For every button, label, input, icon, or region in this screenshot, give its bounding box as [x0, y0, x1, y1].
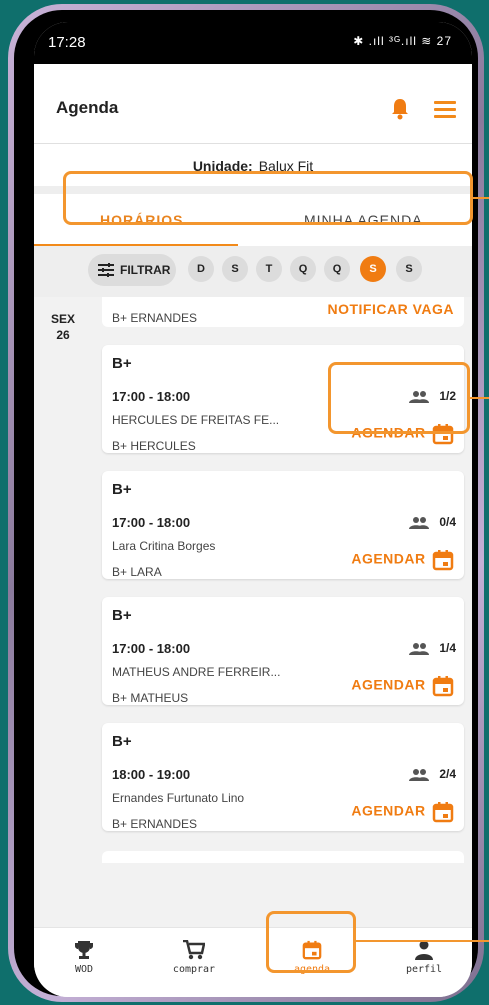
class-card: B+ 17:00 - 18:00 HERCULES DE FREITAS FE.…: [102, 345, 464, 453]
people-icon: [409, 516, 430, 529]
nav-label-agenda: agenda: [293, 964, 331, 975]
nav-label-wod: WOD: [74, 964, 94, 975]
cart-icon: [183, 940, 205, 960]
occupancy-count: 1/4: [439, 641, 456, 655]
trophy-icon: [75, 941, 93, 959]
people-icon: [409, 390, 430, 403]
calendar-icon: [432, 676, 454, 697]
tabs-pointer: [473, 197, 489, 199]
class-title: B+: [112, 607, 132, 624]
date-weekday: SEX: [50, 312, 75, 326]
app-bar: Agenda: [34, 64, 472, 144]
unit-value: Balux Fit: [258, 158, 314, 174]
class-title: B+: [112, 481, 132, 498]
calendar-icon: [432, 550, 454, 571]
occupancy-count: 2/4: [439, 767, 456, 781]
class-time: 18:00 - 19:00: [112, 767, 191, 782]
notify-vacancy-button[interactable]: NOTIFICAR VAGA: [327, 301, 454, 317]
occupancy: 0/4: [409, 515, 456, 529]
occupancy: 1/4: [409, 641, 456, 655]
schedule-label: AGENDAR: [351, 550, 426, 567]
class-name: B+ ERNANDES: [112, 311, 198, 325]
schedule-button[interactable]: AGENDAR: [351, 423, 454, 445]
tab-bar: HORÁRIOS MINHA AGENDA: [34, 194, 472, 246]
class-card-partial: [102, 851, 464, 863]
class-teacher: MATHEUS ANDRE FERREIR...: [112, 665, 281, 679]
class-name: B+ MATHEUS: [112, 691, 189, 705]
schedule-pointer: [470, 397, 489, 399]
class-card: B+ 18:00 - 19:00 Ernandes Furtunato Lino…: [102, 723, 464, 831]
calendar-icon: [302, 940, 322, 960]
class-title: B+: [112, 733, 132, 750]
page-title: Agenda: [56, 98, 119, 117]
nav-item-wod[interactable]: WOD: [44, 940, 124, 975]
status-icons: ✱ .ıll ³ᴳ.ıll ≋ 27: [353, 34, 452, 48]
agenda-nav-pointer: [356, 940, 489, 942]
nav-item-comprar[interactable]: comprar: [154, 940, 234, 975]
class-teacher: HERCULES DE FREITAS FE...: [112, 413, 280, 427]
filter-label: FILTRAR: [120, 263, 171, 277]
unit-selector[interactable]: Unidade: Balux Fit: [34, 144, 472, 186]
class-card: B+ 17:00 - 18:00 MATHEUS ANDRE FERREIR..…: [102, 597, 464, 705]
schedule-label: AGENDAR: [351, 424, 426, 441]
people-icon: [409, 768, 430, 781]
class-title: B+: [112, 355, 132, 372]
schedule-button[interactable]: AGENDAR: [351, 801, 454, 823]
people-icon: [409, 642, 430, 655]
active-tab-indicator: [34, 244, 238, 246]
day-saturday[interactable]: S: [396, 256, 422, 282]
occupancy-count: 1/2: [439, 389, 456, 403]
tab-horarios[interactable]: HORÁRIOS: [100, 212, 183, 228]
filter-icon: [98, 263, 114, 277]
status-time: 17:28: [48, 34, 86, 51]
class-time: 17:00 - 18:00: [112, 389, 191, 404]
class-time: 17:00 - 18:00: [112, 515, 191, 530]
day-thursday[interactable]: Q: [324, 256, 350, 282]
calendar-icon: [432, 802, 454, 823]
menu-icon[interactable]: [434, 101, 456, 118]
tab-minha-agenda[interactable]: MINHA AGENDA: [304, 212, 423, 228]
class-teacher: Ernandes Furtunato Lino: [112, 791, 245, 805]
day-friday[interactable]: S: [360, 256, 386, 282]
person-icon: [415, 940, 433, 960]
schedule-button[interactable]: AGENDAR: [351, 675, 454, 697]
filter-row: FILTRAR D S T Q Q S S: [34, 254, 472, 290]
occupancy-count: 0/4: [439, 515, 456, 529]
day-sunday[interactable]: D: [188, 256, 214, 282]
day-monday[interactable]: S: [222, 256, 248, 282]
nav-label-perfil: perfil: [405, 964, 443, 975]
schedule-list[interactable]: SEX 26 B+ ERNANDES NOTIFICAR VAGA B+ 17:…: [34, 297, 472, 927]
date-day: 26: [56, 328, 70, 342]
class-card-partial: B+ ERNANDES NOTIFICAR VAGA: [102, 297, 464, 327]
filter-button[interactable]: FILTRAR: [88, 254, 176, 286]
schedule-button[interactable]: AGENDAR: [351, 549, 454, 571]
bell-icon[interactable]: [390, 98, 410, 120]
class-time: 17:00 - 18:00: [112, 641, 191, 656]
day-tuesday[interactable]: T: [256, 256, 282, 282]
nav-item-agenda[interactable]: agenda: [272, 940, 352, 975]
class-name: B+ ERNANDES: [112, 817, 198, 831]
class-name: B+ HERCULES: [112, 439, 196, 453]
status-bar: 17:28 ✱ .ıll ³ᴳ.ıll ≋ 27: [34, 22, 472, 64]
calendar-icon: [432, 424, 454, 445]
class-card: B+ 17:00 - 18:00 Lara Critina Borges B+ …: [102, 471, 464, 579]
bottom-nav: WOD comprar agenda perfil: [34, 927, 472, 997]
occupancy: 1/2: [409, 389, 456, 403]
class-name: B+ LARA: [112, 565, 162, 579]
day-wednesday[interactable]: Q: [290, 256, 316, 282]
nav-label-comprar: comprar: [172, 964, 216, 975]
unit-label: Unidade:: [192, 158, 253, 174]
nav-item-perfil[interactable]: perfil: [384, 940, 464, 975]
occupancy: 2/4: [409, 767, 456, 781]
schedule-label: AGENDAR: [351, 676, 426, 693]
class-teacher: Lara Critina Borges: [112, 539, 216, 553]
schedule-label: AGENDAR: [351, 802, 426, 819]
date-label: SEX 26: [48, 311, 78, 343]
phone-screen: 17:28 ✱ .ıll ³ᴳ.ıll ≋ 27 Agenda Unidade:…: [34, 22, 472, 997]
